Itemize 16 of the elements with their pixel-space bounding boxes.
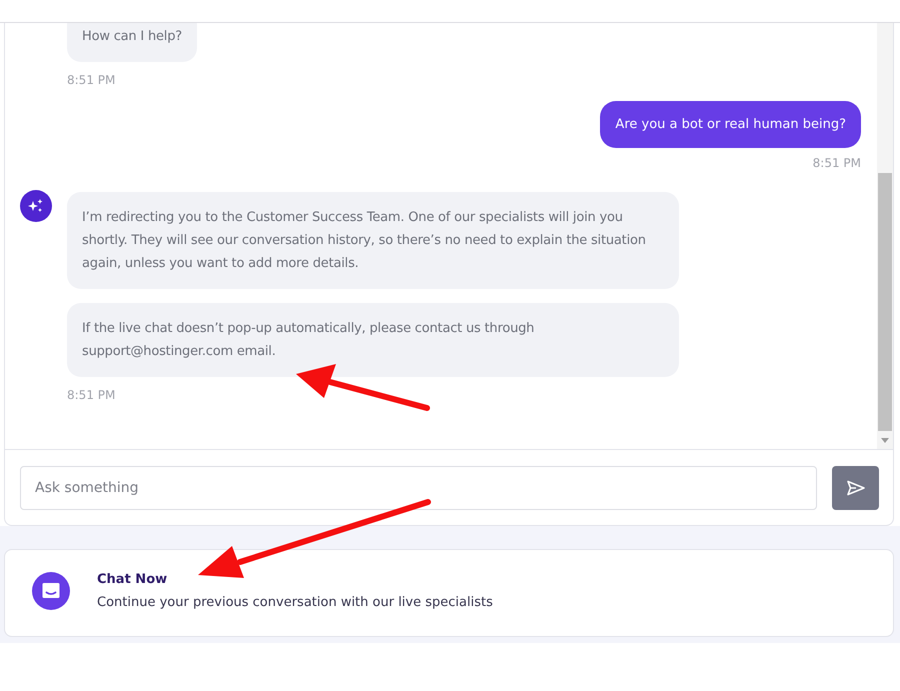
message-time: 8:51 PM <box>67 73 116 87</box>
message-bubble: If the live chat doesn’t pop-up automatically, please contact us through support@hostinger.com email. <box>67 303 679 377</box>
send-button[interactable] <box>832 466 879 510</box>
scroll-down-icon[interactable] <box>881 438 889 443</box>
message-input-field[interactable]: Ask something <box>20 466 817 510</box>
chat-now-card[interactable]: Chat Now Continue your previous conversation with our live specialists <box>4 549 894 637</box>
message-time: 8:51 PM <box>812 156 861 170</box>
message-time: 8:51 PM <box>67 388 116 402</box>
message-bubble: Are you a bot or real human being? <box>600 101 861 148</box>
message-bubble: I’m redirecting you to the Customer Success Team. One of our specialists will join you shortly. They will see our conversation history, so there’s no need to explain the situation again, unless you want to add more details. <box>67 192 679 289</box>
chat-now-subtitle: Continue your previous conversation with our live specialists <box>97 595 493 610</box>
message-bubble: How can I help? <box>67 23 197 62</box>
send-icon <box>846 480 866 496</box>
chat-now-title: Chat Now <box>97 572 168 587</box>
chat-icon <box>32 572 70 610</box>
scrollbar[interactable] <box>877 23 893 449</box>
